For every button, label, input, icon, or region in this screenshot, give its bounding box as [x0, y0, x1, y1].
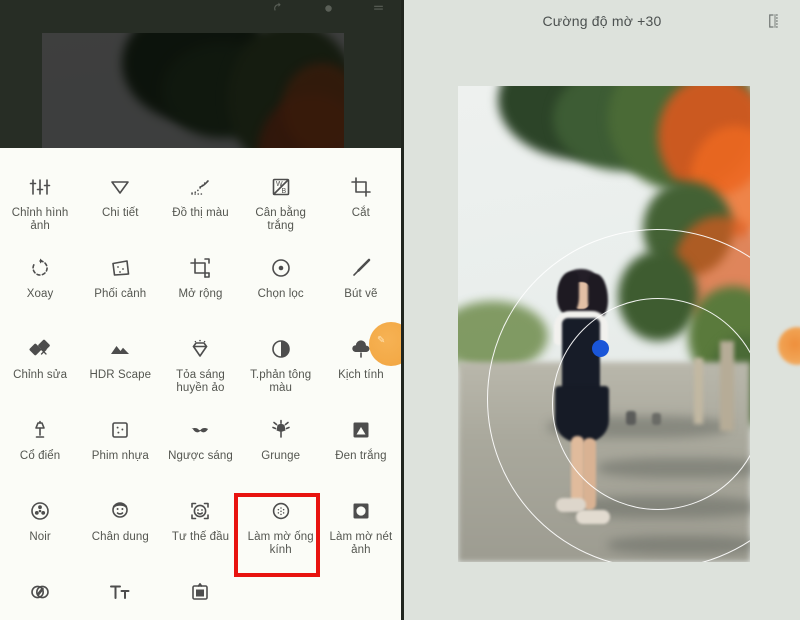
lens-blur-icon — [268, 498, 294, 524]
svg-text:W: W — [276, 181, 283, 188]
tool-double-exposure-icon[interactable] — [0, 567, 80, 612]
tool-brush-icon[interactable]: Bút vẽ — [321, 243, 401, 324]
tool-perspective-icon[interactable]: Phối cảnh — [80, 243, 160, 324]
tool-mountains-icon[interactable]: HDR Scape — [80, 324, 160, 405]
tool-label: Chọn lọc — [257, 288, 304, 300]
apply-fab-button[interactable] — [778, 327, 800, 365]
tool-label: Phối cảnh — [94, 288, 147, 300]
tool-frames-icon[interactable] — [160, 567, 240, 612]
tool-portrait-face-icon[interactable]: Chân dung — [80, 486, 160, 567]
tool-label: Phim nhựa — [91, 450, 149, 462]
mountains-icon — [107, 336, 133, 362]
photo-canvas[interactable] — [458, 86, 750, 562]
right-panel-lens-blur: Cường độ mờ +30 — [404, 0, 800, 620]
black-white-icon — [348, 417, 374, 443]
tool-label: Đen trắng — [335, 450, 387, 462]
tune-sliders-icon — [27, 174, 53, 200]
tool-label: Grunge — [261, 450, 301, 462]
tool-healing-patch-icon[interactable]: Chỉnh sửa — [0, 324, 80, 405]
redo-icon[interactable] — [322, 2, 335, 15]
tool-label: HDR Scape — [89, 369, 152, 381]
grunge-icon — [268, 417, 294, 443]
menu-icon[interactable] — [372, 2, 385, 15]
vintage-lamp-icon — [27, 417, 53, 443]
selective-icon — [268, 255, 294, 281]
tool-label: Đồ thị màu — [172, 207, 229, 219]
photo-artwork — [458, 86, 750, 562]
frames-icon — [187, 579, 213, 605]
left-toolbar — [0, 0, 401, 18]
tool-label: Kịch tính — [338, 369, 384, 381]
tool-details-triangle-icon[interactable]: Chi tiết — [80, 162, 160, 243]
glamour-glow-icon — [187, 336, 213, 362]
tool-black-white-icon[interactable]: Đen trắng — [321, 405, 401, 486]
tool-label: Bút vẽ — [344, 288, 378, 300]
curves-icon — [187, 174, 213, 200]
left-panel-editor: Chỉnh hình ảnh Chi tiết Đồ thị màu W B Cân bằ… — [0, 0, 401, 620]
focus-point-handle[interactable] — [592, 340, 609, 357]
expand-icon — [187, 255, 213, 281]
blur-strength-title: Cường độ mờ +30 — [542, 13, 662, 29]
tool-expand-icon[interactable]: Mở rộng — [160, 243, 240, 324]
tool-grunge-icon[interactable]: Grunge — [241, 405, 321, 486]
tool-lens-blur-icon[interactable]: Làm mờ ống kính — [241, 486, 321, 567]
compare-icon[interactable] — [766, 12, 784, 30]
vignette-icon — [348, 498, 374, 524]
tool-label: T.phản tông màu — [250, 369, 312, 394]
tool-label: Noir — [29, 531, 51, 543]
healing-patch-icon — [27, 336, 53, 362]
tonal-contrast-icon — [268, 336, 294, 362]
tool-label: Ngược sáng — [168, 450, 233, 462]
right-header: Cường độ mờ +30 — [404, 0, 800, 42]
tool-vignette-icon[interactable]: Làm mờ nét ảnh — [321, 486, 401, 567]
retrolux-moustache-icon — [187, 417, 213, 443]
double-exposure-icon — [27, 579, 53, 605]
tool-crop-icon[interactable]: Cắt — [321, 162, 401, 243]
tool-label: Chỉnh sửa — [13, 369, 68, 381]
grainy-film-icon — [107, 417, 133, 443]
pencil-icon: ✎ — [377, 335, 386, 346]
tool-tonal-contrast-icon[interactable]: T.phản tông màu — [241, 324, 321, 405]
tool-label: Chỉnh hình ảnh — [11, 207, 69, 232]
svg-text:B: B — [281, 188, 286, 195]
screenshot-root: Chỉnh hình ảnh Chi tiết Đồ thị màu W B Cân bằ… — [0, 0, 800, 620]
tool-label: Làm mờ nét ảnh — [329, 531, 393, 556]
noir-reel-icon — [27, 498, 53, 524]
tool-label: Xoay — [26, 288, 54, 300]
tool-label: Làm mờ ống kính — [247, 531, 314, 556]
portrait-face-icon — [107, 498, 133, 524]
rotate-icon — [27, 255, 53, 281]
tool-grid: Chỉnh hình ảnh Chi tiết Đồ thị màu W B Cân bằ… — [0, 162, 401, 612]
tool-label: Mở rộng — [178, 288, 223, 300]
tool-noir-reel-icon[interactable]: Noir — [0, 486, 80, 567]
white-balance-icon: WB — [268, 174, 294, 200]
details-triangle-icon — [107, 174, 133, 200]
tool-curves-icon[interactable]: Đồ thị màu — [160, 162, 240, 243]
head-pose-icon — [187, 498, 213, 524]
tool-glamour-glow-icon[interactable]: Tỏa sáng huyền ảo — [160, 324, 240, 405]
tool-rotate-icon[interactable]: Xoay — [0, 243, 80, 324]
panel-divider — [401, 0, 404, 620]
tool-retrolux-moustache-icon[interactable]: Ngược sáng — [160, 405, 240, 486]
perspective-icon — [107, 255, 133, 281]
tool-label: Cân bằng trắng — [255, 207, 307, 232]
tool-grainy-film-icon[interactable]: Phim nhựa — [80, 405, 160, 486]
tool-label: Chi tiết — [101, 207, 139, 219]
tool-label: Chân dung — [91, 531, 149, 543]
tool-label: Tỏa sáng huyền ảo — [176, 369, 225, 394]
tool-vintage-lamp-icon[interactable]: Cổ điển — [0, 405, 80, 486]
brush-icon — [348, 255, 374, 281]
tool-label: Tư thế đầu — [171, 531, 230, 543]
tool-label: Cắt — [351, 207, 370, 219]
text-tool-icon — [107, 579, 133, 605]
crop-icon — [348, 174, 374, 200]
tool-tune-sliders-icon[interactable]: Chỉnh hình ảnh — [0, 162, 80, 243]
tool-white-balance-icon[interactable]: W B Cân bằng trắng — [241, 162, 321, 243]
undo-icon[interactable] — [272, 2, 285, 15]
tool-selective-icon[interactable]: Chọn lọc — [241, 243, 321, 324]
tool-label: Cổ điển — [19, 450, 61, 462]
tool-text-tool-icon[interactable] — [80, 567, 160, 612]
tool-head-pose-icon[interactable]: Tư thế đầu — [160, 486, 240, 567]
tools-bottom-sheet: Chỉnh hình ảnh Chi tiết Đồ thị màu W B Cân bằ… — [0, 148, 401, 620]
